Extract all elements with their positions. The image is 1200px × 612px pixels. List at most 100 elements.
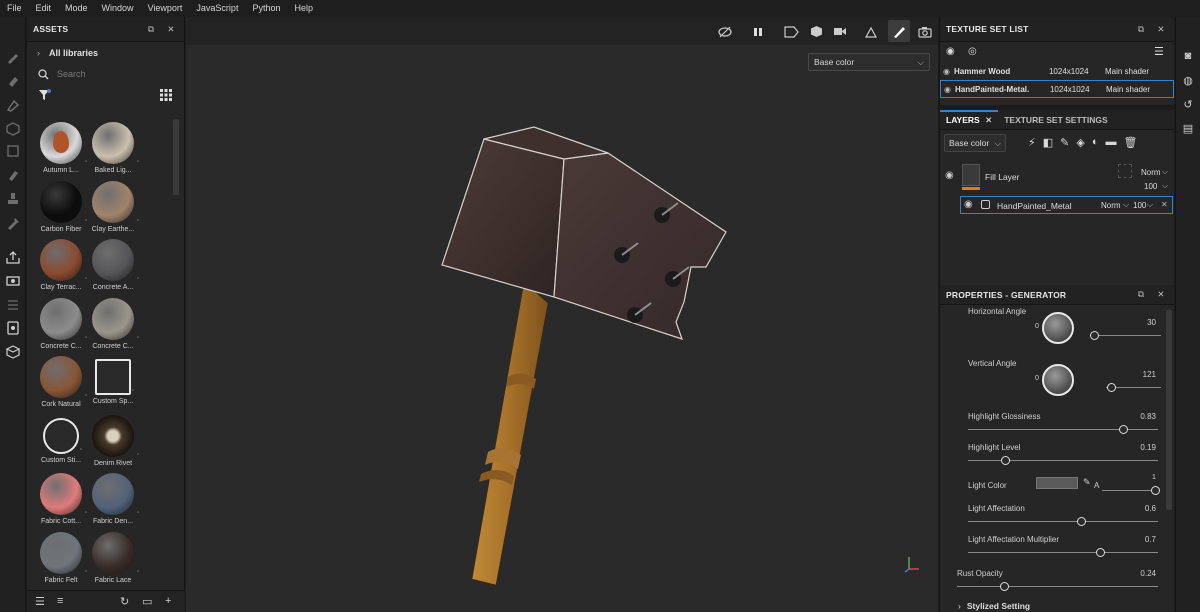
asset-item[interactable]: ▫ Cork Natural [35,354,87,413]
vertical-angle-slider[interactable] [1106,383,1161,392]
horizontal-angle-slider[interactable] [1089,331,1161,340]
slider-knob[interactable] [1089,331,1099,340]
eraser-icon[interactable] [5,73,21,89]
add-icon[interactable]: + [165,595,171,607]
asset-item[interactable]: ▫ Concrete A... [87,237,139,296]
add-smart-material-icon[interactable]: ◐ [1092,136,1099,150]
tab-layers[interactable]: LAYERS ✕ [940,109,999,130]
mesh-icon[interactable] [5,344,21,360]
alpha-value[interactable]: 1 [1152,474,1156,481]
log-icon[interactable]: ▤ [1181,121,1195,135]
eye-icon[interactable]: ◉ [944,85,951,94]
asset-item[interactable]: ▫ Fabric Lace [87,530,139,589]
texture-set-row[interactable]: ◉ Hammer Wood 1024x1024 Main shader [940,62,1174,80]
viewport-3d[interactable]: Base color ⌵ [186,17,938,612]
layer-blend-mode[interactable]: Norm [1101,201,1121,210]
projection-icon[interactable] [5,97,21,113]
asset-item[interactable]: ▫ Fabric Felt [35,530,87,589]
layer-blend-mode[interactable]: Norm [1141,168,1161,177]
screenshot-camera-icon[interactable] [916,23,934,40]
video-camera-icon[interactable] [831,23,849,40]
undock-icon[interactable]: ⧉ [1134,24,1148,35]
undock-icon[interactable]: ⧉ [1134,289,1148,300]
eye-icon[interactable]: ◎ [968,46,977,57]
export-icon[interactable] [5,249,21,265]
close-icon[interactable]: ✕ [1154,24,1168,35]
asset-item[interactable]: ▫ Clay Terrac... [35,237,87,296]
undock-icon[interactable]: ⧉ [144,24,158,35]
shelf-dock-icon[interactable]: ◙ [1181,49,1195,63]
viewport-channel-select[interactable]: Base color ⌵ [808,53,930,71]
highlight-level-slider[interactable] [968,456,1158,465]
eye-options-icon[interactable]: ◉ [946,46,955,57]
vertical-angle-value[interactable]: 121 [1126,370,1156,379]
geometry-mask-icon[interactable] [5,121,21,137]
display-settings-icon[interactable] [5,320,21,336]
bake-icon[interactable] [5,273,21,289]
tab-texture-set-settings[interactable]: TEXTURE SET SETTINGS [998,110,1113,130]
add-paint-layer-icon[interactable]: ✎ [1060,136,1069,150]
slider-knob[interactable] [1106,383,1116,392]
add-folder-icon[interactable]: ▬ [1105,136,1116,150]
add-fill-layer-icon[interactable]: ◈ [1076,136,1084,150]
layer-opacity[interactable]: 100 [1133,201,1146,210]
menu-window[interactable]: Window [95,0,141,17]
light-affectation-slider[interactable] [968,517,1158,526]
settings-list-icon[interactable]: ☰ [1154,45,1164,58]
layer-channel-select[interactable]: Base color ⌵ [944,134,1006,152]
alpha-slider[interactable] [1102,486,1160,495]
shelf-icon[interactable] [5,297,21,313]
highlight-level-value[interactable]: 0.19 [1126,443,1156,452]
polygon-fill-icon[interactable] [5,143,21,159]
layer-opacity[interactable]: 100 [1144,182,1157,191]
asset-item[interactable]: ▫ Denim Rivet [87,413,139,472]
eye-icon[interactable]: ◉ [964,199,973,210]
refresh-icon[interactable]: ↻ [120,595,129,608]
close-icon[interactable]: ✕ [985,115,992,125]
light-color-swatch[interactable] [1036,477,1078,489]
light-affectation-value[interactable]: 0.6 [1126,504,1156,513]
lighting-icon[interactable] [862,23,880,40]
menu-file[interactable]: File [0,0,29,17]
hide-overlay-icon[interactable] [716,23,734,40]
menu-edit[interactable]: Edit [29,0,59,17]
properties-scrollbar[interactable] [1166,310,1172,510]
light-affectation-multiplier-slider[interactable] [968,548,1158,557]
asset-item[interactable]: ▫ Baked Lig... [87,120,139,179]
smudge-icon[interactable] [5,167,21,183]
close-icon[interactable]: ✕ [164,24,178,35]
rust-opacity-value[interactable]: 0.24 [1126,569,1156,578]
slider-knob[interactable] [1118,425,1128,434]
highlight-glossiness-slider[interactable] [968,425,1158,434]
close-icon[interactable]: ✕ [1161,200,1168,209]
grid-view-icon[interactable] [160,89,172,101]
color-picker-icon[interactable] [5,215,21,231]
asset-item[interactable]: ▫ Custom Sti... [35,413,87,472]
cube-icon[interactable] [807,23,825,40]
menu-python[interactable]: Python [245,0,287,17]
layer-mask-slot[interactable] [1118,164,1132,178]
vertical-angle-dial[interactable] [1042,364,1074,396]
highlight-glossiness-value[interactable]: 0.83 [1126,412,1156,421]
asset-item[interactable]: ▫ Concrete C... [35,296,87,355]
delete-icon[interactable]: 🗑 [1123,136,1137,150]
add-mask-icon[interactable]: ◧ [1043,136,1053,150]
asset-item[interactable]: ▫ Autumn L... [35,120,87,179]
menu-viewport[interactable]: Viewport [141,0,190,17]
menu-mode[interactable]: Mode [58,0,95,17]
slider-knob[interactable] [1096,548,1105,557]
assets-scrollbar[interactable] [173,119,179,195]
slider-knob[interactable] [1001,456,1010,465]
pause-icon[interactable] [749,23,767,40]
sort-icon[interactable]: ≡ [57,595,63,607]
history-icon[interactable]: ↺ [1181,97,1195,111]
rust-opacity-slider[interactable] [957,582,1158,591]
paint-mode-icon[interactable] [888,20,910,42]
slider-knob[interactable] [1151,486,1160,495]
eye-icon[interactable]: ◉ [945,170,954,181]
stylized-setting-group[interactable]: › Stylized Setting [958,601,1030,611]
eyedropper-icon[interactable]: ✎ [1083,477,1091,488]
list-view-icon[interactable]: ☰ [35,595,45,608]
layer-row-generator[interactable]: ◉ HandPainted_Metal Norm ⌵ 100 ⌵ ✕ [960,196,1173,214]
close-icon[interactable]: ✕ [1154,289,1168,300]
